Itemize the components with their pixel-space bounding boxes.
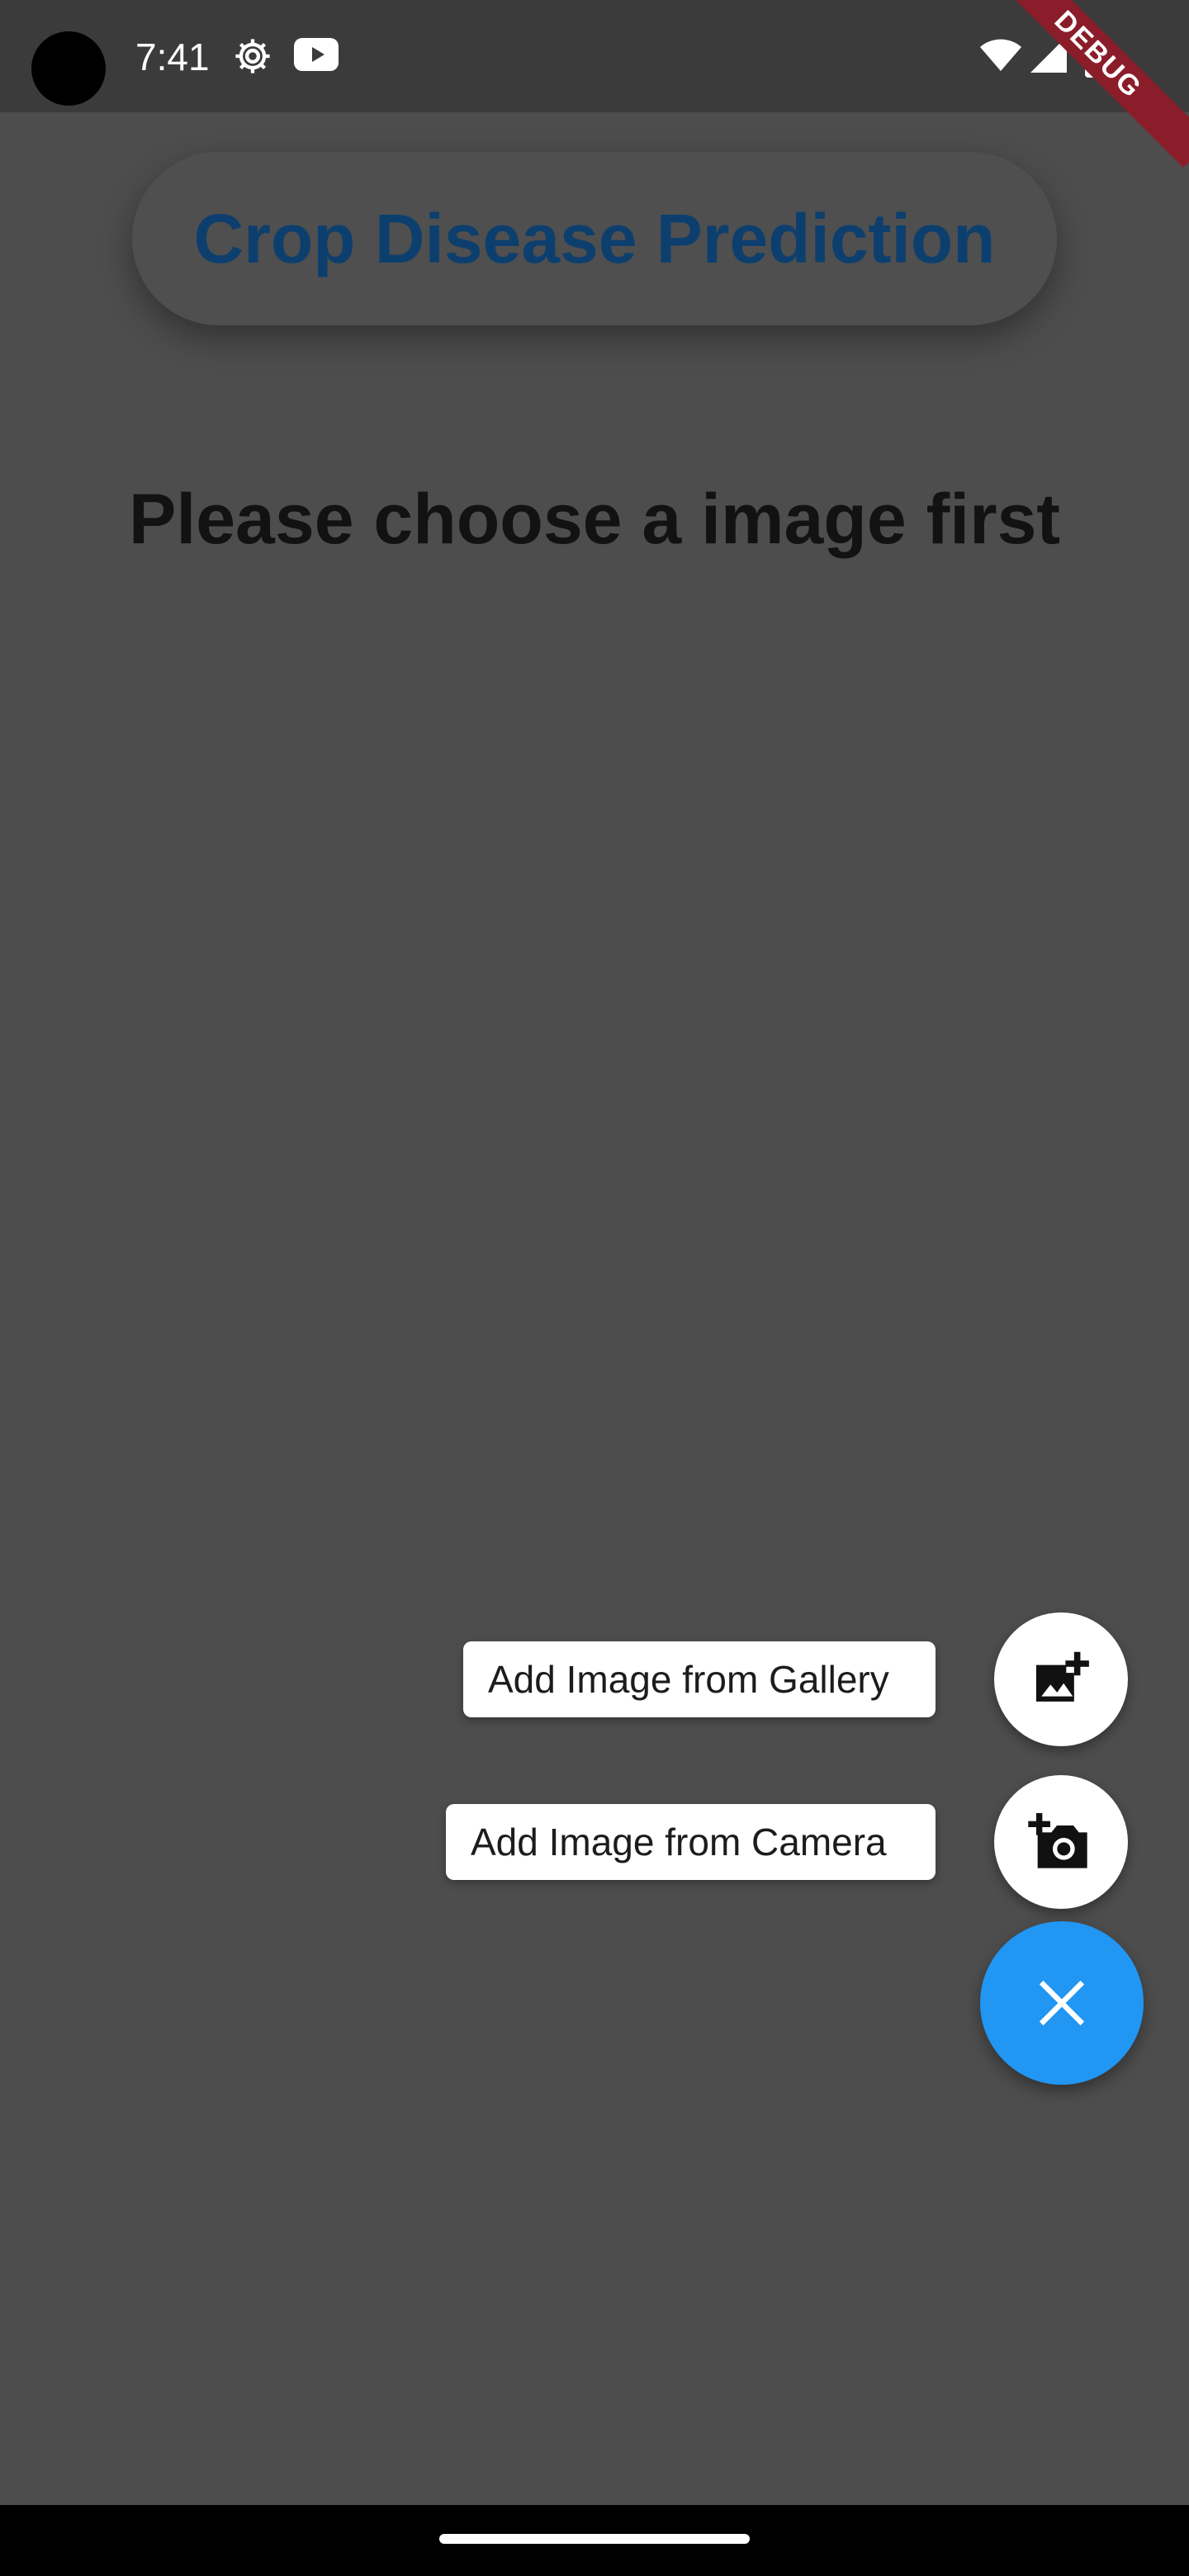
gallery-option-label[interactable]: Add Image from Gallery <box>463 1641 936 1717</box>
camera-option-label[interactable]: Add Image from Camera <box>446 1804 936 1880</box>
empty-state-prompt: Please choose a image first <box>128 480 1061 559</box>
status-time: 7:41 <box>135 36 210 78</box>
close-icon <box>1039 1980 1085 2026</box>
add-from-camera-button[interactable] <box>994 1775 1128 1909</box>
page-title: Crop Disease Prediction <box>193 199 996 277</box>
add-photo-icon <box>1035 1651 1089 1702</box>
settings-gear-icon <box>235 39 270 73</box>
home-gesture-handle[interactable] <box>439 2534 750 2544</box>
camera-cutout <box>31 31 106 106</box>
add-from-gallery-button[interactable] <box>994 1612 1128 1746</box>
app-title-card: Crop Disease Prediction <box>132 152 1057 325</box>
close-speed-dial-button[interactable] <box>980 1921 1144 2085</box>
wifi-icon <box>980 39 1021 71</box>
youtube-icon <box>294 38 339 71</box>
add-camera-icon <box>1028 1813 1087 1868</box>
status-bar: 7:41 <box>0 0 1189 112</box>
